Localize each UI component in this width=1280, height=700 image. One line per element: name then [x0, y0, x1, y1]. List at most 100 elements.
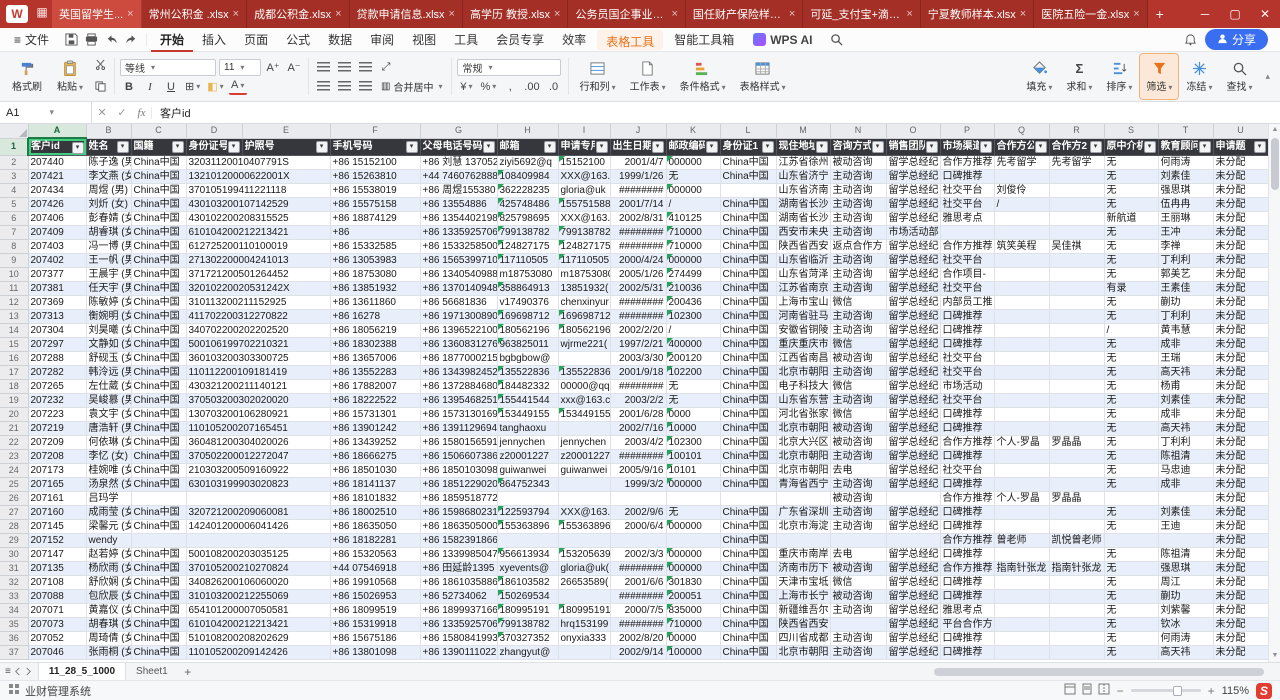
cell[interactable]: 2005/9/16	[610, 463, 666, 477]
cell[interactable]: China中国	[131, 323, 186, 337]
cell[interactable]: 150269534	[497, 589, 558, 603]
tab-close-icon[interactable]: ×	[554, 8, 560, 20]
cell[interactable]: 电子科技大	[776, 379, 830, 393]
wps-logo-icon[interactable]: W	[6, 5, 28, 23]
cell[interactable]	[558, 351, 610, 365]
cell[interactable]	[994, 323, 1049, 337]
cell[interactable]: 被动咨询	[830, 155, 886, 169]
cell[interactable]: 无	[666, 379, 720, 393]
cell[interactable]	[1049, 631, 1104, 645]
cell[interactable]: 142401200006041426	[186, 519, 330, 533]
cell[interactable]: 被动咨询	[830, 561, 886, 575]
cell[interactable]: 155363896	[558, 519, 610, 533]
ribbon-funnel-button[interactable]: 筛选	[1140, 54, 1178, 99]
cell[interactable]: 无	[1104, 197, 1158, 211]
cell[interactable]: 370105200210270824	[186, 561, 330, 575]
cell[interactable]: 207421	[28, 169, 86, 183]
cell[interactable]: China中国	[720, 309, 776, 323]
ribbon-sigma-button[interactable]: Σ求和	[1060, 54, 1098, 99]
menu-item[interactable]: 页面	[235, 28, 277, 52]
font-color-icon[interactable]: A	[229, 79, 247, 95]
cell[interactable]: 2002/9/6	[610, 505, 666, 519]
normal-view-icon[interactable]	[1064, 683, 1076, 698]
cell[interactable]: 社交平台	[940, 183, 994, 197]
cell[interactable]: 153205639	[558, 547, 610, 561]
cell[interactable]: 社交平台	[940, 351, 994, 365]
header-cell[interactable]: 咨询方式▾	[830, 138, 886, 155]
filter-dropdown-icon[interactable]: ▾	[1090, 141, 1102, 153]
cell[interactable]	[1049, 351, 1104, 365]
cell[interactable]: 207073	[28, 617, 86, 631]
cell[interactable]: 青海省西宁	[776, 477, 830, 491]
filter-dropdown-icon[interactable]: ▾	[1144, 141, 1156, 153]
cell[interactable]: 成非	[1158, 337, 1213, 351]
cell[interactable]: +86 18666275	[330, 449, 420, 463]
filter-dropdown-icon[interactable]: ▾	[1254, 141, 1266, 153]
cell[interactable]: 无	[1104, 225, 1158, 239]
cell[interactable]: 207297	[28, 337, 86, 351]
cell[interactable]	[994, 267, 1049, 281]
menu-item[interactable]: 插入	[193, 28, 235, 52]
cell[interactable]: China中国	[720, 477, 776, 491]
cell[interactable]: 117110505	[497, 253, 558, 267]
cell[interactable]	[497, 533, 558, 547]
cell[interactable]: 110112200109181419	[186, 365, 330, 379]
row-number[interactable]: 3	[0, 169, 28, 183]
cell[interactable]	[1049, 323, 1104, 337]
cell[interactable]: 2002/9/14	[610, 645, 666, 659]
header-cell[interactable]: 身份证1▾	[720, 138, 776, 155]
column-header-M[interactable]: M	[776, 124, 830, 138]
row-number[interactable]: 10	[0, 267, 28, 281]
ribbon-bucket-button[interactable]: 填充	[1020, 54, 1058, 99]
cell[interactable]: 未分配	[1213, 337, 1268, 351]
filter-dropdown-icon[interactable]: ▾	[316, 141, 328, 153]
filter-dropdown-icon[interactable]: ▾	[228, 141, 240, 153]
align-middle-icon[interactable]	[335, 59, 353, 75]
cell[interactable]	[994, 253, 1049, 267]
cell[interactable]	[666, 533, 720, 547]
cell[interactable]: 丁利利	[1158, 435, 1213, 449]
cell[interactable]: 留学总经纪	[886, 211, 940, 225]
cell[interactable]: 主动咨询	[830, 365, 886, 379]
cell[interactable]: 310103200212255069	[186, 589, 330, 603]
cut-icon[interactable]	[95, 57, 106, 75]
row-number[interactable]: 15	[0, 337, 28, 351]
underline-button[interactable]: U	[162, 79, 180, 95]
cell[interactable]: 吴峻慕 (男	[86, 393, 131, 407]
cell[interactable]	[994, 281, 1049, 295]
filter-dropdown-icon[interactable]: ▾	[816, 141, 828, 153]
cell[interactable]: China中国	[720, 547, 776, 561]
cell[interactable]	[994, 169, 1049, 183]
zoom-in-icon[interactable]: +	[1208, 684, 1215, 698]
header-cell[interactable]: 出生日期▾	[610, 138, 666, 155]
cell[interactable]: 主动咨询	[830, 211, 886, 225]
cell[interactable]: 主动咨询	[830, 197, 886, 211]
cell[interactable]: 000000	[666, 155, 720, 169]
cell[interactable]: 207304	[28, 323, 86, 337]
cell[interactable]: 杨甫	[1158, 379, 1213, 393]
cell[interactable]: 陈祖清	[1158, 547, 1213, 561]
cell[interactable]: +86 1877000215	[420, 351, 497, 365]
cell[interactable]: 留学总经纪	[886, 337, 940, 351]
cell[interactable]: 社交平台	[940, 365, 994, 379]
cell[interactable]: China中国	[720, 225, 776, 239]
cell[interactable]: 207135	[28, 561, 86, 575]
cell[interactable]	[1049, 253, 1104, 267]
cell[interactable]: 口碑推荐	[940, 309, 994, 323]
cell[interactable]: 124827175	[558, 239, 610, 253]
cell[interactable]: 无	[1104, 365, 1158, 379]
file-tab[interactable]: 常州公积金 .xlsx×	[142, 0, 248, 28]
cell[interactable]: 主动咨询	[830, 477, 886, 491]
cell[interactable]: China中国	[131, 309, 186, 323]
cell[interactable]: xyevents@	[497, 561, 558, 575]
cell[interactable]: 袁文宇 (女	[86, 407, 131, 421]
cell[interactable]: +86 1340540988	[420, 267, 497, 281]
cell[interactable]: 无	[1104, 155, 1158, 169]
cell[interactable]: /	[1104, 323, 1158, 337]
cell[interactable]: 184482332	[497, 379, 558, 393]
cell[interactable]: 无	[1104, 253, 1158, 267]
cell[interactable]: /	[994, 197, 1049, 211]
row-number[interactable]: 33	[0, 589, 28, 603]
column-header-P[interactable]: P	[940, 124, 994, 138]
cell[interactable]: 留学总经纪	[886, 393, 940, 407]
